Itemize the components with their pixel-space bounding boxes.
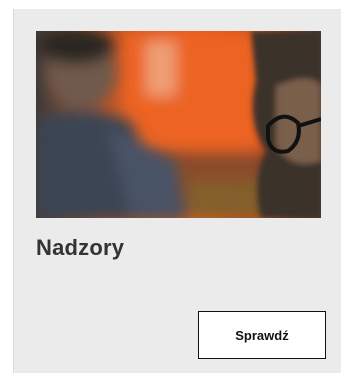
card-title: Nadzory — [36, 235, 125, 260]
check-button[interactable]: Sprawdź — [198, 311, 326, 359]
card-photo — [36, 31, 321, 218]
service-card: Nadzory Sprawdź — [13, 9, 341, 373]
photo-people-meeting-image — [36, 31, 321, 218]
